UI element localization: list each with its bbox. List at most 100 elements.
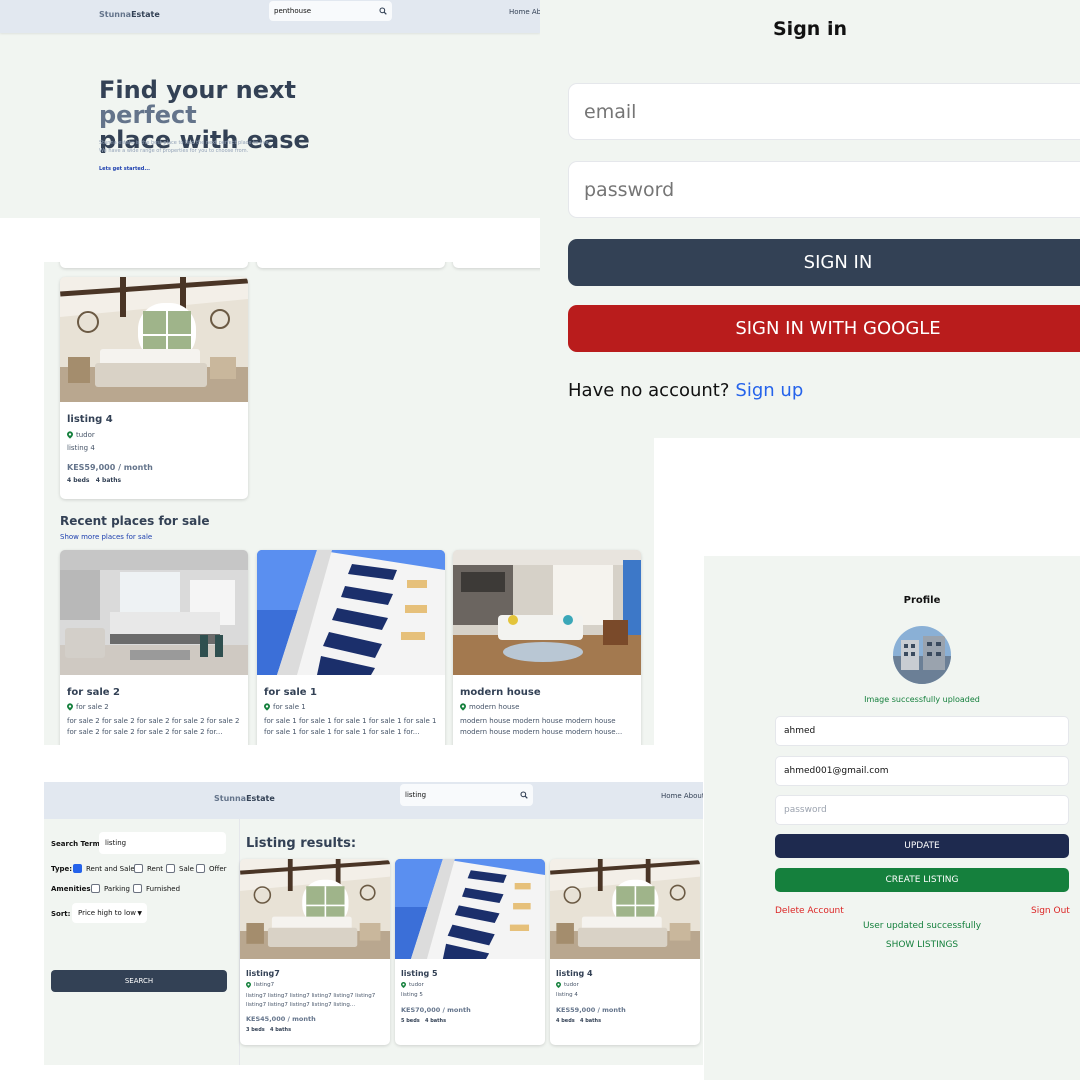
amenities-label: Amenities: (51, 885, 94, 893)
search-term-label: Search Term: (51, 840, 103, 848)
password-field[interactable] (568, 161, 1080, 218)
listing-description: modern house modern house modern house m… (460, 717, 623, 736)
listing-meta: 4 beds 4 baths (556, 1018, 602, 1024)
profile-screenshot: Profile Image successfully uploaded ahme… (704, 556, 1080, 1080)
listing-title[interactable]: listing7 (246, 969, 384, 978)
site-logo[interactable]: StunnaEstate (214, 794, 275, 803)
listing-image[interactable] (550, 859, 700, 959)
listing-image[interactable] (60, 550, 248, 675)
listing-description: listing 4 (67, 444, 95, 452)
listing-address: listing7 (246, 982, 384, 988)
hero-subtitle: Stunna estate is the best place to find … (99, 140, 271, 154)
listing-address: tudor (556, 982, 694, 988)
filter-sidebar: Search Term: listing Type: Rent and Sale… (44, 819, 240, 1065)
listing-address: for sale 2 (67, 703, 241, 711)
signout-link[interactable]: Sign Out (1031, 906, 1070, 916)
avatar[interactable] (893, 626, 951, 684)
listing-price: KES59,000 / month (67, 463, 153, 472)
search-button[interactable]: SEARCH (51, 970, 227, 992)
listing-card[interactable]: listing7 listing7 listing7 listing7 list… (240, 859, 390, 1045)
search-input[interactable]: penthouse (274, 7, 311, 15)
listing-card[interactable]: for sale 1 for sale 1 for sale 1 for sal… (257, 550, 445, 745)
listing-image[interactable] (240, 859, 390, 959)
signup-link[interactable]: Sign up (735, 380, 803, 401)
search-icon[interactable] (520, 791, 528, 799)
update-button[interactable]: UPDATE (775, 834, 1069, 858)
show-listings-button[interactable]: SHOW LISTINGS (704, 940, 1080, 950)
listing-image[interactable] (395, 859, 545, 959)
search-input[interactable]: listing (405, 791, 426, 799)
nav-links[interactable]: Home About (661, 792, 703, 800)
section-title: Recent places for sale (60, 514, 210, 528)
username-field[interactable]: ahmed (775, 716, 1069, 746)
listing-address: for sale 1 (264, 703, 438, 711)
signup-prompt: Have no account? Sign up (568, 380, 804, 401)
sort-label: Sort: (51, 910, 71, 918)
delete-account-link[interactable]: Delete Account (775, 906, 844, 916)
results-title: Listing results: (246, 836, 357, 851)
rent-checkbox[interactable] (134, 864, 143, 873)
listing-description: for sale 1 for sale 1 for sale 1 for sal… (264, 717, 437, 736)
get-started-link[interactable]: Lets get started... (99, 166, 150, 172)
listing-address: tudor (401, 982, 539, 988)
avatar-image[interactable] (893, 626, 951, 684)
nav-links[interactable]: Home About (509, 8, 540, 16)
listing-image[interactable] (453, 550, 641, 675)
listing-address: modern house (460, 703, 634, 711)
email-field[interactable] (568, 83, 1080, 140)
listing-card[interactable]: modern house modern house modern house m… (453, 550, 641, 745)
listing-image[interactable] (257, 550, 445, 675)
update-status: User updated successfully (862, 921, 982, 931)
listing-price: KES70,000 / month (401, 1006, 471, 1014)
type-label: Type: (51, 865, 73, 873)
partial-card[interactable] (257, 262, 445, 268)
listing-meta: 5 beds 4 baths (401, 1018, 447, 1024)
search-icon[interactable] (379, 7, 387, 15)
sort-select[interactable]: Price high to low ▼ (72, 903, 147, 923)
listing-card[interactable]: listing 5 tudor listing 5 KES70,000 / mo… (395, 859, 545, 1045)
listing-meta: 4 beds 4 baths (67, 477, 122, 484)
home-screenshot: StunnaEstate penthouse Home About Find y… (0, 0, 540, 218)
listing-card[interactable]: listing 4 tudor listing 4 KES59,000 / mo… (60, 277, 248, 499)
header-search[interactable]: penthouse (269, 1, 392, 21)
listing-title[interactable]: for sale 1 (264, 687, 438, 698)
password-field[interactable]: password (775, 795, 1069, 825)
listing-price: KES45,000 / month (246, 1015, 316, 1023)
location-pin-icon (264, 703, 270, 711)
google-signin-button[interactable]: SIGN IN WITH GOOGLE (568, 305, 1080, 352)
listing-address: tudor (67, 431, 241, 439)
listing-description: listing 4 (556, 992, 578, 998)
listing-title[interactable]: listing 5 (401, 969, 539, 978)
listing-card[interactable]: listing 4 tudor listing 4 KES59,000 / mo… (550, 859, 700, 1045)
show-more-link[interactable]: Show more places for sale (60, 533, 152, 541)
partial-card[interactable] (60, 262, 248, 268)
listing-image[interactable] (60, 277, 248, 402)
upload-status: Image successfully uploaded (864, 695, 980, 704)
sale-checkbox[interactable] (166, 864, 175, 873)
listing-title[interactable]: modern house (460, 687, 634, 698)
create-listing-button[interactable]: CREATE LISTING (775, 868, 1069, 892)
signin-button[interactable]: SIGN IN (568, 239, 1080, 286)
location-pin-icon (460, 703, 466, 711)
listing-description: listing7 listing7 listing7 listing7 list… (246, 993, 376, 1008)
parking-checkbox[interactable] (91, 884, 100, 893)
listing-card[interactable]: for sale 2 for sale 2 for sale 2 for sal… (60, 550, 248, 745)
furnished-checkbox[interactable] (133, 884, 142, 893)
location-pin-icon (246, 982, 251, 988)
listing-title[interactable]: listing 4 (67, 414, 241, 425)
location-pin-icon (556, 982, 561, 988)
location-pin-icon (401, 982, 406, 988)
header-search[interactable]: listing (400, 784, 533, 806)
search-term-input[interactable]: listing (99, 832, 226, 854)
listing-description: for sale 2 for sale 2 for sale 2 for sal… (67, 717, 240, 736)
rent-and-sale-checkbox[interactable] (73, 864, 82, 873)
listing-title[interactable]: for sale 2 (67, 687, 241, 698)
offer-checkbox[interactable] (196, 864, 205, 873)
listing-meta: 3 beds 4 baths (246, 1027, 292, 1033)
site-logo[interactable]: StunnaEstate (99, 10, 160, 19)
location-pin-icon (67, 431, 73, 439)
email-field[interactable]: ahmed001@gmail.com (775, 756, 1069, 786)
listing-title[interactable]: listing 4 (556, 969, 694, 978)
chevron-down-icon[interactable]: ▼ (137, 910, 142, 917)
signin-screenshot: Sign in SIGN IN SIGN IN WITH GOOGLE Have… (540, 0, 1080, 438)
